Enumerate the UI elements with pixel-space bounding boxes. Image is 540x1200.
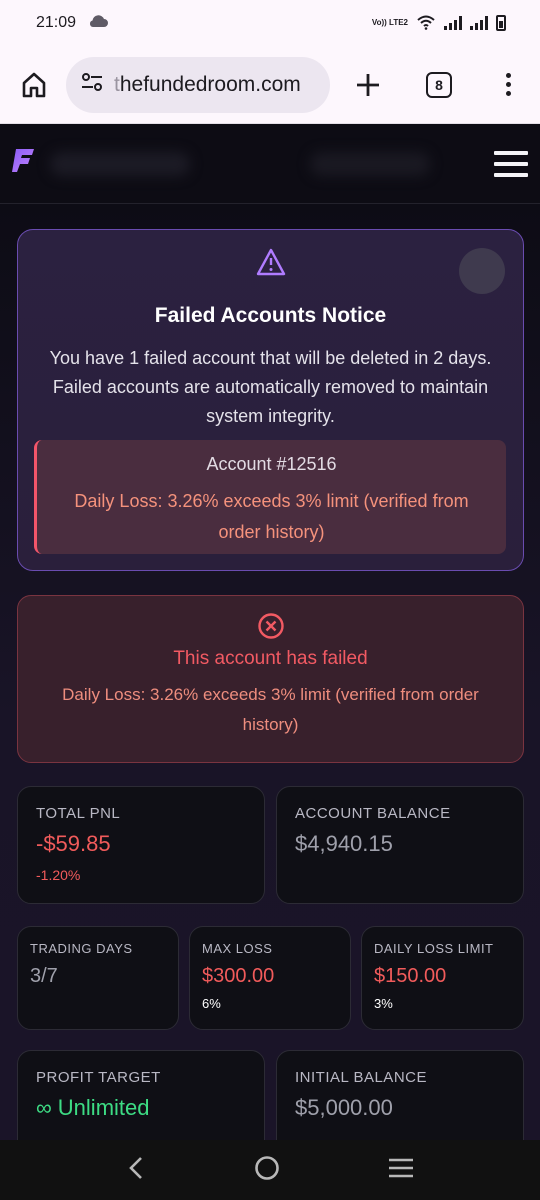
dismiss-notice-button[interactable] [459,248,505,294]
total-pnl-card: TOTAL PNL -$59.85 -1.20% [17,786,265,904]
max-loss-label: MAX LOSS [202,941,273,956]
notice-message: You have 1 failed account that will be d… [49,348,492,426]
more-menu-button[interactable] [504,73,512,96]
initial-balance-label: INITIAL BALANCE [295,1069,427,1086]
account-fail-reason: Daily Loss: 3.26% exceeds 3% limit (veri… [74,491,469,542]
home-icon [22,72,46,97]
max-loss-card: MAX LOSS $300.00 6% [189,926,351,1030]
initial-balance-value: $5,000.00 [295,1095,393,1120]
signal-icon [470,16,488,30]
status-bar: 21:09 Vo)) LTE2 [0,0,540,46]
recents-button[interactable] [388,1157,414,1184]
account-id: Account #12516 [206,454,337,474]
site-header [0,124,540,204]
daily-loss-limit-label: DAILY LOSS LIMIT [374,941,494,956]
browser-toolbar: thefundedroom.com 8 [0,46,540,124]
profit-target-card: PROFIT TARGET ∞ Unlimited [17,1050,265,1140]
failed-account-item: Account #12516 Daily Loss: 3.26% exceeds… [34,440,506,554]
blurred-header-item [310,151,430,176]
home-button[interactable] [16,67,52,103]
account-balance-label: ACCOUNT BALANCE [295,805,451,822]
total-pnl-label: TOTAL PNL [36,805,121,822]
trading-days-card: TRADING DAYS 3/7 [17,926,179,1030]
trading-days-label: TRADING DAYS [30,941,133,956]
system-nav-bar [0,1140,540,1200]
network-label: Vo)) LTE2 [371,18,408,27]
account-balance-card: ACCOUNT BALANCE $4,940.15 [276,786,524,904]
failed-banner-title: This account has failed [173,648,368,669]
home-circle-icon [255,1155,279,1180]
tab-switcher-button[interactable]: 8 [426,71,452,98]
recents-icon [389,1158,413,1177]
total-pnl-value: -$59.85 [36,831,111,856]
account-failed-banner: This account has failed Daily Loss: 3.26… [17,595,524,763]
signal-icon [444,16,462,30]
failed-accounts-notice: Failed Accounts Notice You have 1 failed… [17,229,524,571]
blurred-brand-name [50,151,190,176]
max-loss-percent: 6% [202,996,221,1011]
url-text: thefundedroom.com [114,73,301,97]
url-domain: hefundedroom.com [119,72,301,96]
battery-icon [496,15,506,31]
daily-loss-limit-value: $150.00 [374,965,447,987]
menu-button[interactable] [494,150,528,177]
dashboard-main: Failed Accounts Notice You have 1 failed… [0,204,540,1140]
total-pnl-change: -1.20% [36,867,81,883]
trading-days-value: 3/7 [30,965,58,987]
plus-icon [357,73,379,96]
daily-loss-limit-card: DAILY LOSS LIMIT $150.00 3% [361,926,524,1030]
warning-icon [256,248,286,281]
daily-loss-limit-percent: 3% [374,996,393,1011]
notice-title: Failed Accounts Notice [154,304,387,327]
new-tab-button[interactable] [352,69,384,101]
error-circle-icon [257,612,285,645]
status-time: 21:09 [36,14,77,31]
profit-target-value: ∞ Unlimited [36,1095,150,1120]
site-settings-icon[interactable] [80,71,104,98]
max-loss-value: $300.00 [202,965,275,987]
failed-banner-reason: Daily Loss: 3.26% exceeds 3% limit (veri… [62,685,479,734]
profit-target-label: PROFIT TARGET [36,1069,161,1086]
home-nav-button[interactable] [254,1155,280,1186]
back-icon [129,1156,142,1179]
site-logo[interactable] [12,147,36,181]
wifi-icon [416,14,436,33]
address-bar[interactable]: thefundedroom.com [66,56,330,113]
cloud-icon [88,14,109,33]
initial-balance-card: INITIAL BALANCE $5,000.00 [276,1050,524,1140]
account-balance-value: $4,940.15 [295,831,393,856]
back-button[interactable] [126,1156,146,1185]
